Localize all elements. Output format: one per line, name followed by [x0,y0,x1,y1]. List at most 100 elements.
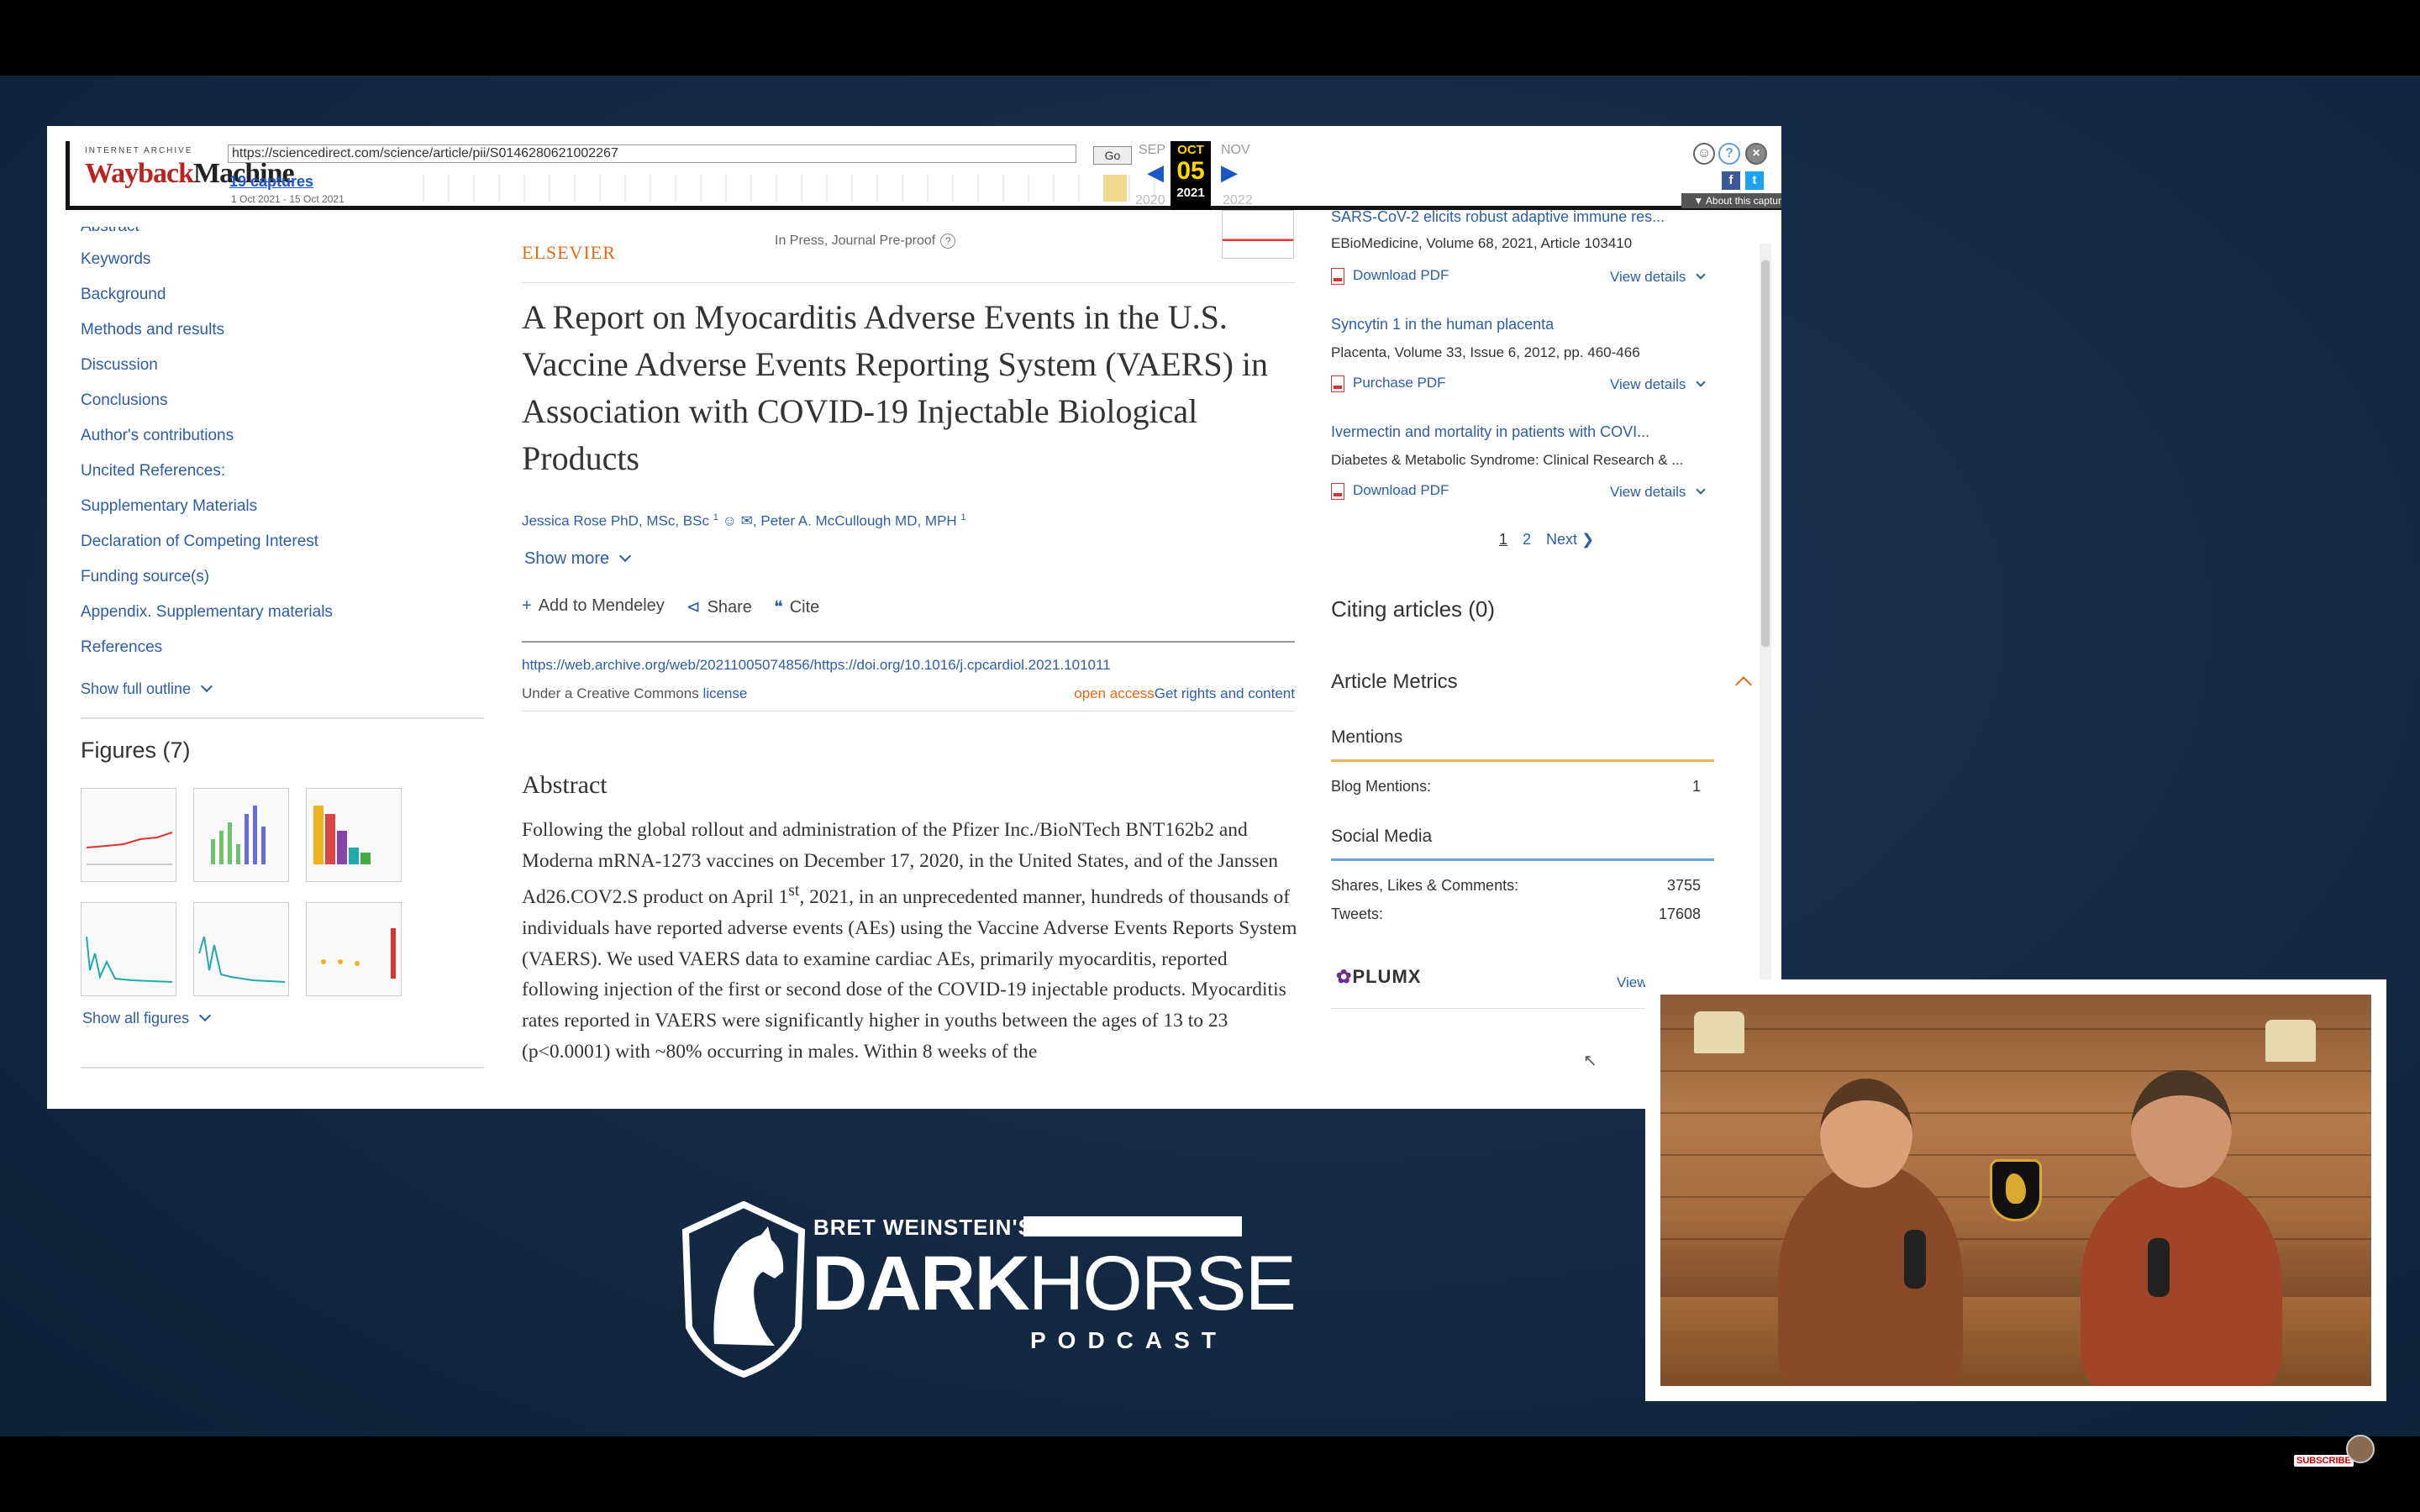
pdf-icon [1331,375,1344,392]
histogram-thumb-icon [86,936,173,983]
pdf-label: Download PDF [1353,267,1449,283]
wall-plank [1660,1070,2371,1072]
chevron-down-icon [1696,485,1707,495]
article-outline: Abstract Keywords Background Methods and… [81,227,492,706]
outline-item[interactable]: Author's contributions [81,418,492,454]
wayback-url-input[interactable] [228,144,1076,163]
show-full-outline-label: Show full outline [81,680,192,697]
view-details-button[interactable]: View details [1610,376,1707,393]
pdf-label: Download PDF [1353,482,1449,498]
show-more-button[interactable]: Show more [524,549,632,569]
outline-item[interactable]: Background [81,277,492,312]
figure-thumbnail[interactable] [81,788,176,882]
page-1-link[interactable]: 1 [1499,531,1507,549]
subscribe-badge[interactable]: SUBSCRIBE [2294,1455,2354,1467]
download-pdf-link[interactable]: Download PDF [1331,267,1449,285]
captures-link[interactable]: 19 captures [229,173,313,191]
plumx-logo[interactable]: ✿PLUMX [1336,966,1421,988]
host-left [1778,1163,1963,1386]
host-right [2081,1171,2282,1386]
recommended-article-title[interactable]: Syncytin 1 in the human placenta [1331,316,1554,333]
scrollbar-thumb[interactable] [1761,260,1770,647]
horse-shield-icon [681,1201,806,1378]
abstract-text: Following the global rollout and adminis… [522,815,1299,1067]
outline-item[interactable]: Discussion [81,348,492,383]
close-icon[interactable]: × [1745,143,1767,165]
histogram-thumb-icon [198,936,286,983]
year-next[interactable]: 2022 [1223,193,1253,208]
recommended-article-title[interactable]: Ivermectin and mortality in patients wit… [1331,423,1649,441]
cite-button[interactable]: ❝ Cite [774,596,819,617]
share-icon: ⊲ [686,598,701,617]
article-status-label: In Press, Journal Pre-proof [775,234,936,248]
license-link[interactable]: license [702,685,747,701]
outline-item[interactable]: Methods and results [81,312,492,348]
webcam-video [1660,995,2371,1386]
share-button[interactable]: ⊲ Share [687,596,752,617]
outline-item[interactable]: Appendix. Supplementary materials [81,595,492,630]
outline-item-abstract[interactable]: Abstract [81,227,492,242]
citing-articles-toggle[interactable]: Citing articles (0) [1331,596,1495,622]
outline-item[interactable]: Keywords [81,242,492,277]
show-full-outline-button[interactable]: Show full outline [81,672,492,706]
help-icon[interactable]: ? [1718,143,1740,165]
current-year: 2021 [1176,186,1205,200]
purchase-pdf-link[interactable]: Purchase PDF [1331,375,1446,392]
about-capture-button[interactable]: ▼ About this capture [1681,193,1781,208]
shares-row: Shares, Likes & Comments: 3755 [1331,877,1701,895]
doi-link[interactable]: https://web.archive.org/web/202110050748… [522,657,1111,674]
facebook-icon[interactable]: f [1722,171,1740,190]
account-icon[interactable]: ☺ [1693,143,1715,165]
article-title: A Report on Myocarditis Adverse Events i… [522,298,1269,477]
capture-sparkline[interactable] [423,175,1162,202]
recommended-article-title[interactable]: SARS-CoV-2 elicits robust adaptive immun… [1331,208,1665,225]
outline-item[interactable]: Funding source(s) [81,559,492,595]
person-icon[interactable]: ☺ [723,513,737,529]
chevron-up-icon[interactable] [1735,676,1752,693]
year-prev[interactable]: 2020 [1135,193,1165,208]
next-capture-icon[interactable]: ▶ [1221,160,1238,186]
outline-item[interactable]: Conclusions [81,383,492,418]
outline-item[interactable]: References [81,630,492,665]
publisher-logo[interactable]: ELSEVIER [522,242,616,264]
help-icon[interactable]: ? [940,234,956,249]
wayback-archive-label: INTERNET ARCHIVE [85,146,193,155]
author-link[interactable]: Peter A. McCullough MD, MPH [760,513,956,529]
twitter-icon[interactable]: t [1745,171,1764,190]
figure-thumbnail[interactable] [306,788,402,882]
figure-thumbnail[interactable] [193,902,289,996]
outline-item[interactable]: Supplementary Materials [81,489,492,524]
show-all-figures-button[interactable]: Show all figures [82,1009,212,1027]
wayback-toolbar: INTERNET ARCHIVE WaybackMachine Go 19 ca… [66,141,1781,210]
view-details-label: View details [1610,484,1686,500]
month-prev[interactable]: SEP [1139,143,1165,158]
logo-horse: HORSE [1028,1241,1297,1326]
figure-thumbnail[interactable] [81,902,176,996]
bar-chart-thumb-icon [211,806,266,864]
plumx-view-link[interactable]: View [1617,974,1648,991]
next-page-button[interactable]: Next ❯ [1546,531,1594,549]
pdf-icon [1331,482,1344,500]
pdf-icon [1331,267,1344,285]
wayback-go-button[interactable]: Go [1093,146,1132,165]
month-next[interactable]: NOV [1221,143,1250,158]
divider [81,1067,484,1068]
download-pdf-link[interactable]: Download PDF [1331,482,1449,500]
page-2-link[interactable]: 2 [1523,531,1531,549]
author-link[interactable]: Jessica Rose PhD, MSc, BSc [522,513,709,529]
get-rights-link[interactable]: Get rights and content [1155,685,1295,701]
view-details-button[interactable]: View details [1610,484,1707,501]
article-metrics-title[interactable]: Article Metrics [1331,670,1458,694]
view-details-button[interactable]: View details [1610,269,1707,286]
figure-thumbnail[interactable] [193,788,289,882]
journal-cover[interactable] [1222,210,1294,259]
blog-mentions-row: Blog Mentions: 1 [1331,778,1701,795]
outline-item[interactable]: Declaration of Competing Interest [81,524,492,559]
avatar[interactable] [2346,1435,2375,1463]
email-icon[interactable]: ✉ [741,513,753,529]
add-to-mendeley-button[interactable]: + Add to Mendeley [522,596,665,617]
outline-item[interactable]: Uncited References: [81,454,492,489]
figure-thumbnail[interactable] [306,902,402,996]
prev-capture-icon[interactable]: ◀ [1147,160,1164,186]
plus-icon: + [522,596,532,615]
